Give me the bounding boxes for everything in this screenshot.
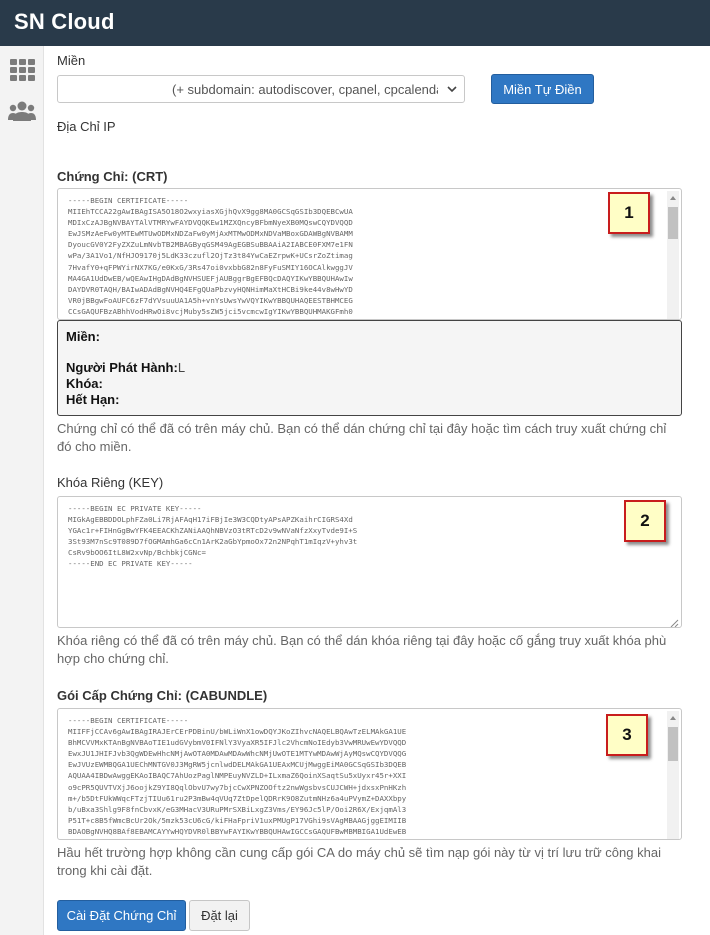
scroll-up-arrow-icon[interactable] <box>667 711 679 723</box>
reset-button[interactable]: Đặt lại <box>189 900 250 931</box>
certificate-info-box: Miền: Người Phát Hành:L Khóa: Hết Hạn: <box>57 320 682 416</box>
cert-issuer-value: L <box>177 360 186 375</box>
sidebar <box>0 46 44 935</box>
domain-select-value: (+ subdomain: autodiscover, cpanel, cpca… <box>172 82 438 97</box>
cert-key-label: Khóa: <box>66 376 103 391</box>
cabundle-textarea[interactable]: -----BEGIN CERTIFICATE----- MIIFFjCCAv6g… <box>57 708 682 840</box>
certificate-label: Chứng Chỉ: (CRT) <box>57 169 168 184</box>
app-title[interactable]: SN Cloud <box>14 9 115 35</box>
scroll-up-arrow-icon[interactable] <box>667 191 679 203</box>
install-certificate-button[interactable]: Cài Đặt Chứng Chỉ <box>57 900 186 931</box>
top-bar: SN Cloud <box>0 0 710 46</box>
resize-grip-icon[interactable] <box>669 615 679 627</box>
chevron-down-icon <box>446 83 458 98</box>
certificate-textarea[interactable]: -----BEGIN CERTIFICATE----- MIIEhTCCA22g… <box>57 188 682 320</box>
private-key-help-text: Khóa riêng có thể đã có trên máy chủ. Bạ… <box>57 633 667 666</box>
grid-icon[interactable] <box>8 58 36 82</box>
certificate-content: -----BEGIN CERTIFICATE----- MIIEhTCCA22g… <box>68 196 353 316</box>
certificate-scrollbar[interactable] <box>667 191 679 319</box>
domain-label: Miền <box>57 53 86 68</box>
users-icon[interactable] <box>8 100 36 124</box>
cert-domain-label: Miền: <box>66 329 100 344</box>
scrollbar-thumb[interactable] <box>668 727 678 761</box>
cabundle-scrollbar[interactable] <box>667 711 679 839</box>
cert-expiry-label: Hết Hạn: <box>66 392 120 407</box>
cabundle-content: -----BEGIN CERTIFICATE----- MIIFFjCCAv6g… <box>68 716 407 836</box>
private-key-textarea[interactable]: -----BEGIN EC PRIVATE KEY----- MIGkAgEBB… <box>57 496 682 628</box>
cert-issuer-label: Người Phát Hành: <box>66 360 178 375</box>
callout-3: 3 <box>606 714 648 756</box>
callout-2: 2 <box>624 500 666 542</box>
scrollbar-thumb[interactable] <box>668 207 678 239</box>
autofill-domain-button[interactable]: Miền Tự Điền <box>491 74 594 104</box>
cabundle-label: Gói Cấp Chứng Chỉ: (CABUNDLE) <box>57 688 268 703</box>
private-key-content: -----BEGIN EC PRIVATE KEY----- MIGkAgEBB… <box>68 504 358 569</box>
private-key-label: Khóa Riêng (KEY) <box>57 475 164 490</box>
cabundle-help-text: Hầu hết trường hợp không cần cung cấp gó… <box>57 845 661 878</box>
cert-issuer-row: Người Phát Hành:L <box>66 360 185 375</box>
domain-select[interactable]: (+ subdomain: autodiscover, cpanel, cpca… <box>57 75 465 103</box>
ip-address-label: Địa Chỉ IP <box>57 119 116 134</box>
callout-1: 1 <box>608 192 650 234</box>
certificate-help-text: Chứng chỉ có thể đã có trên máy chủ. Bạn… <box>57 421 667 454</box>
